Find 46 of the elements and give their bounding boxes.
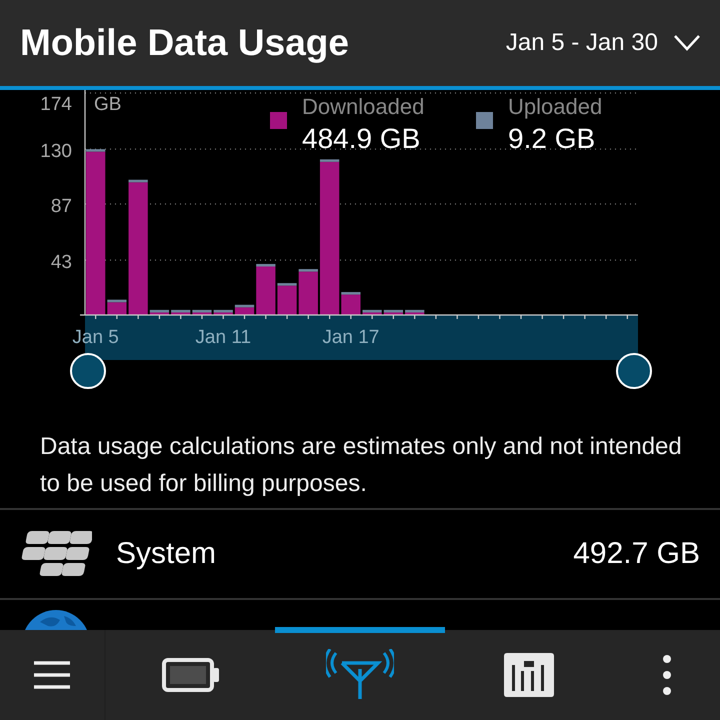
uploaded-bar [128,180,148,182]
uploaded-bar [320,159,340,162]
uploaded-bar [171,310,190,312]
axis-unit: GB [94,94,122,115]
uploaded-bar [298,269,318,272]
uploaded-bar [214,310,233,312]
downloaded-bar [107,302,127,315]
date-range[interactable]: Jan 5 - Jan 30 [506,29,658,57]
gauge-icon [504,653,554,697]
uploaded-bar [277,283,297,286]
page-title: Mobile Data Usage [20,22,350,64]
downloaded-bar [341,294,360,315]
axis-label: Jan 11 [195,327,252,348]
legend-label: Uploaded [508,94,602,119]
uploaded-bar [150,310,170,312]
axis-label: Jan 17 [322,327,380,348]
legend-total: 9.2 GB [508,123,596,154]
legend-total: 484.9 GB [302,123,420,154]
usage-amount: 492.7 GB [573,537,700,571]
uploaded-bar [384,310,404,312]
uploaded-bar [86,149,106,152]
axis-label: 43 [50,252,72,274]
menu-icon [34,660,70,690]
uploaded-bar [107,300,127,302]
axis-label: 130 [40,141,72,162]
disclaimer-text: Data usage calculations are estimates only and not intended to be used for billing purposes. [39,432,683,499]
axis-label: 174 [40,94,72,115]
app-name[interactable]: System [116,537,574,571]
range-handle[interactable] [616,353,652,389]
uploaded-bar [234,304,254,308]
axis-label: 87 [50,196,72,217]
legend-label: Downloaded [302,94,424,119]
downloaded-bar [298,272,318,315]
logo-icon [20,529,92,579]
chevron-down-icon[interactable] [674,35,700,51]
range-handle[interactable] [70,353,106,389]
antenna-icon [326,649,394,701]
downloaded-bar [256,266,276,315]
uploaded-bar [405,310,424,312]
uploaded-bar [362,310,382,312]
battery-icon [162,658,220,692]
uploaded-bar [341,292,360,295]
downloaded-bar [277,286,297,315]
uploaded-bar [256,264,276,267]
uploaded-bar [192,310,212,312]
more-icon [662,655,672,695]
